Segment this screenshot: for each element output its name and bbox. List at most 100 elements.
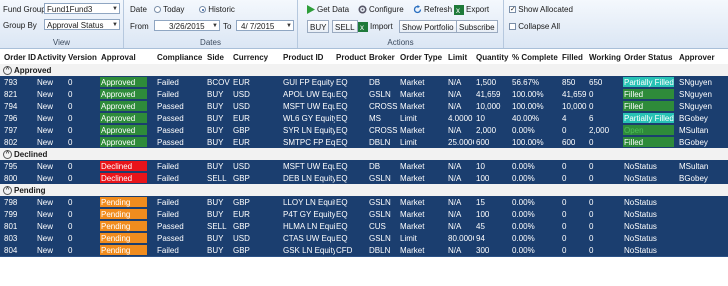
column-header-product-id[interactable]: Product ID	[283, 53, 323, 62]
cell-filled: 0	[562, 234, 567, 243]
cell-product-id: MSFT UW Equity	[283, 102, 335, 111]
column-header-order-id[interactable]: Order ID	[4, 53, 36, 62]
cell-side: BUY	[207, 102, 224, 111]
refresh-button[interactable]: Refresh	[411, 3, 454, 16]
from-date-picker[interactable]: 3/26/2015 ▼	[154, 20, 220, 31]
column-header-complete[interactable]: % Complete	[512, 53, 558, 62]
get-data-button[interactable]: Get Data	[304, 3, 351, 16]
today-radio[interactable]: Today	[154, 5, 184, 14]
collapse-toggle-icon[interactable]: ^	[3, 150, 12, 159]
cell-quantity: 94	[476, 234, 485, 243]
cell-version: 0	[68, 198, 73, 207]
column-header-broker[interactable]: Broker	[369, 53, 395, 62]
cell-order-id: 794	[4, 102, 18, 111]
column-header-order-status[interactable]: Order Status	[624, 53, 672, 62]
cell-product: EQ	[336, 222, 348, 231]
cell-order-status: Filled	[624, 138, 644, 147]
radio-icon	[154, 6, 161, 14]
column-header-filled[interactable]: Filled	[562, 53, 583, 62]
cell-activity: New	[37, 78, 54, 87]
cell-approval: Pending	[101, 198, 131, 207]
show-portfolio-button[interactable]: Show Portfolio	[399, 20, 457, 33]
refresh-label: Refresh	[424, 5, 453, 14]
subscribe-button[interactable]: Subscribe	[456, 20, 498, 33]
cell-limit: N/A	[448, 162, 462, 171]
column-header-currency[interactable]: Currency	[233, 53, 268, 62]
cell-working: 2,000	[589, 126, 610, 135]
cell-broker: DB	[369, 162, 381, 171]
column-header-version[interactable]: Version	[68, 53, 97, 62]
column-header-product[interactable]: Product	[336, 53, 366, 62]
show-allocated-checkbox[interactable]: ✓ Show Allocated	[509, 5, 573, 14]
cell-approval: Approved	[101, 102, 136, 111]
cell-version: 0	[68, 162, 73, 171]
cell-complete: 0.00%	[512, 222, 535, 231]
export-button[interactable]: x Export	[452, 3, 491, 16]
cell-side: BUY	[207, 90, 224, 99]
ribbon-toolbar: Fund Group Fund1Fund3 ▼ Group By Approva…	[0, 0, 728, 49]
cell-broker: GSLN	[369, 90, 391, 99]
excel-icon: x	[454, 4, 464, 15]
cell-currency: EUR	[233, 114, 250, 123]
buy-button[interactable]: BUY	[307, 20, 330, 33]
cell-order-status: NoStatus	[624, 246, 657, 255]
collapse-toggle-icon[interactable]: ^	[3, 186, 12, 195]
column-header-approval[interactable]: Approval	[101, 53, 136, 62]
cell-order-id: 802	[4, 138, 18, 147]
cell-product: EQ	[336, 78, 348, 87]
import-button[interactable]: x Import	[356, 20, 395, 33]
from-label: From	[130, 22, 149, 31]
cell-order-type: Market	[400, 126, 425, 135]
fund-group-select[interactable]: Fund1Fund3 ▼	[44, 3, 120, 14]
column-header-approver[interactable]: Approver	[679, 53, 715, 62]
cell-compliance: Passed	[157, 114, 184, 123]
cell-order-status: NoStatus	[624, 210, 657, 219]
cell-order-status: Partially Filled	[624, 78, 674, 87]
cell-limit: N/A	[448, 174, 462, 183]
group-title: Approved	[14, 66, 52, 75]
table-row[interactable]: 804 New 0 Pending Failed BUY GBP GSK LN Equity C…	[0, 244, 728, 257]
cell-filled: 0	[562, 210, 567, 219]
cell-filled: 0	[562, 126, 567, 135]
cell-broker: CROSS	[369, 126, 398, 135]
cell-filled: 850	[562, 78, 576, 87]
cell-compliance: Passed	[157, 234, 184, 243]
cell-quantity: 15	[476, 198, 485, 207]
sell-button[interactable]: SELL	[332, 20, 358, 33]
cell-product-id: SMTPC FP Equity	[283, 138, 335, 147]
column-header-limit[interactable]: Limit	[448, 53, 467, 62]
cell-broker: DBLN	[369, 246, 391, 255]
cell-version: 0	[68, 102, 73, 111]
collapse-all-label: Collapse All	[518, 22, 561, 31]
configure-button[interactable]: Configure	[356, 3, 406, 16]
column-header-order-type[interactable]: Order Type	[400, 53, 442, 62]
cell-product-id: GUI FP Equity	[283, 78, 334, 87]
historic-radio[interactable]: Historic	[199, 5, 235, 14]
group-by-select[interactable]: Approval Status ▼	[44, 19, 120, 30]
collapse-toggle-icon[interactable]: ^	[3, 66, 12, 75]
column-header-quantity[interactable]: Quantity	[476, 53, 508, 62]
cell-compliance: Passed	[157, 138, 184, 147]
cell-approval: Declined	[101, 174, 133, 183]
cell-order-type: Limit	[400, 234, 417, 243]
column-header-compliance[interactable]: Compliance	[157, 53, 202, 62]
cell-compliance: Passed	[157, 126, 184, 135]
cell-side: BCOV	[207, 78, 230, 87]
to-date-picker[interactable]: 4/ 7/2015 ▼	[236, 20, 294, 31]
cell-side: SELL	[207, 174, 227, 183]
cell-working: 0	[589, 162, 594, 171]
fund-group-value: Fund1Fund3	[47, 5, 93, 14]
cell-order-type: Market	[400, 78, 425, 87]
cell-approval: Approved	[101, 138, 136, 147]
cell-order-id: 798	[4, 198, 18, 207]
collapse-all-checkbox[interactable]: Collapse All	[509, 22, 560, 31]
cell-approval: Pending	[101, 234, 131, 243]
cell-complete: 40.00%	[512, 114, 540, 123]
cell-side: BUY	[207, 126, 224, 135]
column-header-working[interactable]: Working	[589, 53, 621, 62]
column-header-activity[interactable]: Activity	[37, 53, 66, 62]
cell-filled: 0	[562, 222, 567, 231]
cell-approval: Declined	[101, 162, 133, 171]
cell-activity: New	[37, 246, 54, 255]
column-header-side[interactable]: Side	[207, 53, 224, 62]
